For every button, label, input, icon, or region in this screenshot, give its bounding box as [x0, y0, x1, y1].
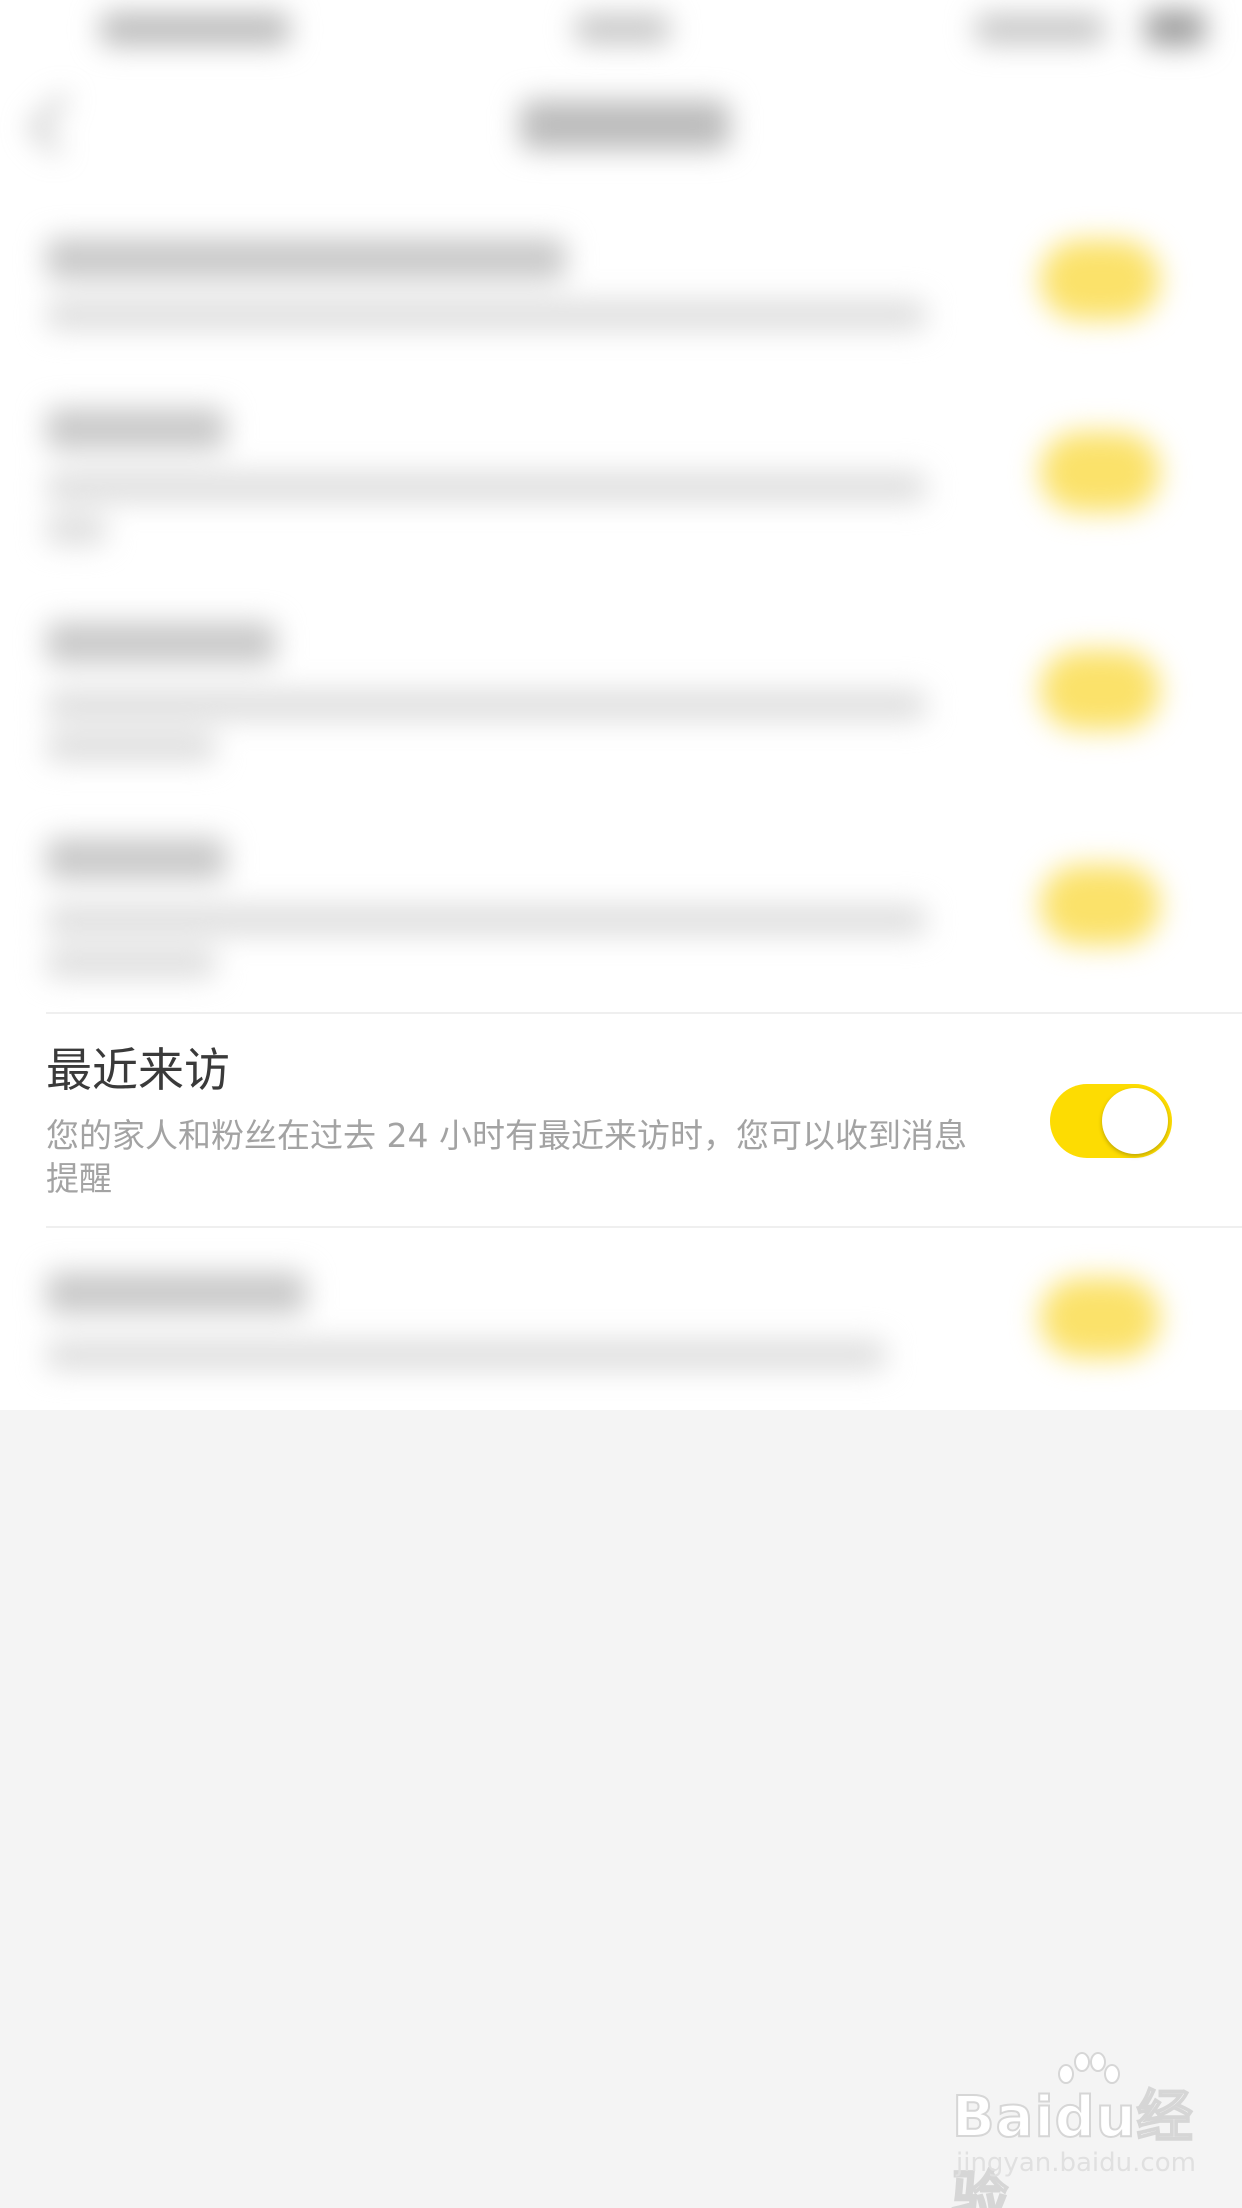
status-bar: [0, 0, 1242, 60]
blurred-row-desc: [46, 690, 926, 720]
blurred-row-desc: [46, 472, 926, 502]
blurred-toggle[interactable]: [1040, 1278, 1160, 1358]
blurred-row-title: [46, 838, 226, 880]
watermark-url: jingyan.baidu.com: [956, 2148, 1196, 2178]
blurred-row-desc: [46, 732, 216, 762]
blurred-row-title: [46, 622, 276, 664]
blurred-row-desc: [46, 948, 216, 978]
setting-title: 最近来访: [46, 1043, 230, 1097]
row-divider: [46, 1226, 1242, 1228]
blurred-toggle[interactable]: [1040, 432, 1160, 512]
battery-icon: [1145, 10, 1205, 46]
blurred-row-title: [46, 408, 226, 450]
blurred-row-desc: [46, 515, 106, 545]
page-title-blurred: [520, 100, 730, 150]
blurred-toggle[interactable]: [1040, 240, 1160, 320]
blurred-toggle[interactable]: [1040, 865, 1160, 945]
screen: 最近来访 您的家人和粉丝在过去 24 小时有最近来访时，您可以收到消息提醒 Ba…: [0, 0, 1242, 2208]
blurred-row-title: [46, 238, 566, 280]
setting-description: 您的家人和粉丝在过去 24 小时有最近来访时，您可以收到消息提醒: [46, 1116, 967, 1198]
status-indicators: [975, 14, 1105, 44]
blurred-row-title: [46, 1272, 306, 1314]
watermark-logo: Baidu经验: [951, 2084, 1194, 2208]
blurred-row-desc: [46, 300, 926, 330]
recent-visits-toggle[interactable]: [1050, 1084, 1172, 1158]
toggle-knob: [1102, 1088, 1168, 1154]
blurred-toggle[interactable]: [1040, 650, 1160, 730]
setting-row-recent-visits: 最近来访 您的家人和粉丝在过去 24 小时有最近来访时，您可以收到消息提醒: [0, 1012, 1242, 1228]
row-divider: [46, 1012, 1242, 1014]
status-carrier: [100, 12, 290, 46]
baidu-watermark: Baidu经验 jingyan.baidu.com: [951, 2052, 1212, 2208]
blurred-row-desc: [46, 905, 926, 935]
blurred-row-desc: [46, 1340, 886, 1370]
status-time: [575, 14, 670, 44]
